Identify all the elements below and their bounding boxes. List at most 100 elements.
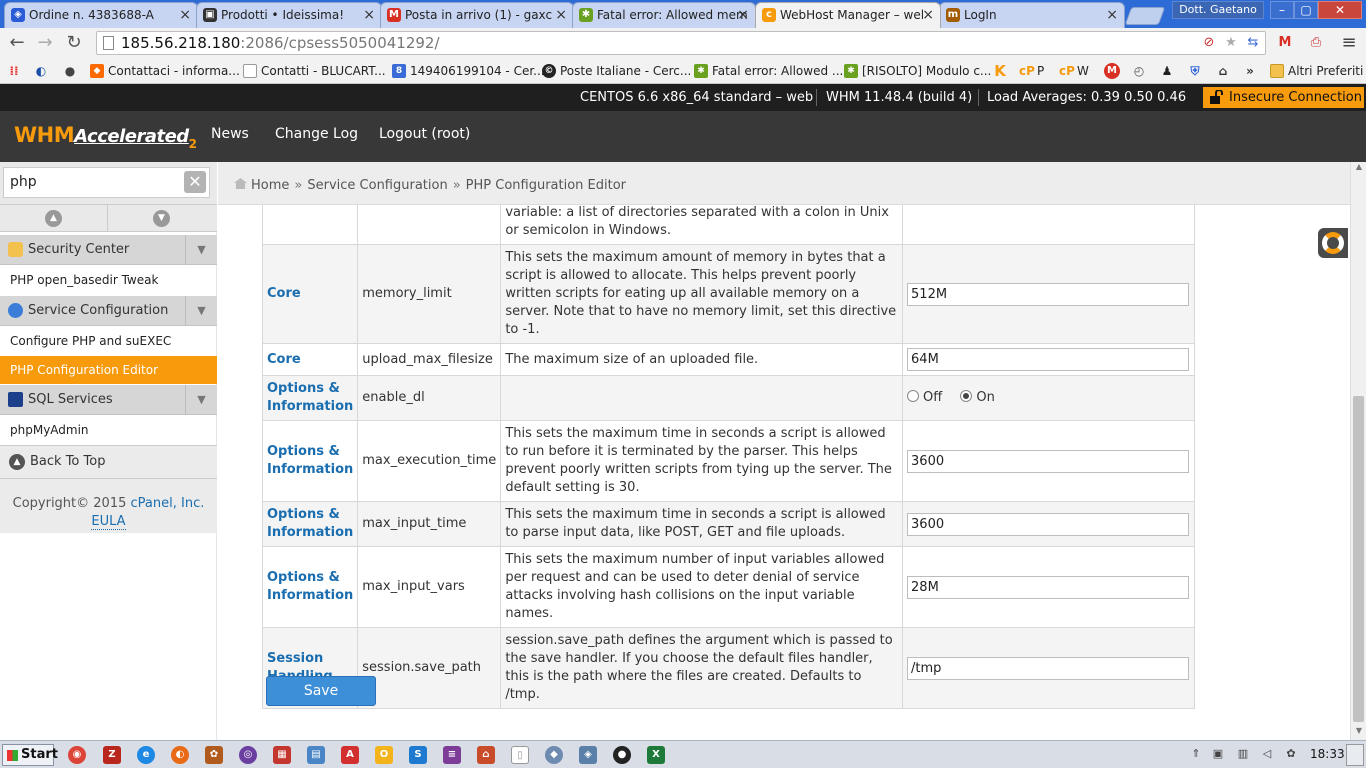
acrobat-icon[interactable]: A: [341, 746, 359, 764]
maximize-button[interactable]: ▢: [1294, 1, 1318, 19]
minimize-button[interactable]: –: [1270, 1, 1294, 19]
apple-icon[interactable]: ●: [62, 63, 78, 79]
outlook-icon[interactable]: O: [375, 746, 393, 764]
firefox-icon[interactable]: ◐: [171, 746, 189, 764]
browser-tab[interactable]: M Posta in arrivo (1) - gaxc ×: [380, 2, 574, 28]
tray-icon[interactable]: ▣: [1211, 747, 1225, 761]
k-icon[interactable]: K: [992, 63, 1008, 79]
chevron-down-icon[interactable]: ▼: [185, 296, 217, 326]
mega-icon[interactable]: M: [1104, 63, 1120, 79]
save-button[interactable]: Save: [266, 676, 376, 706]
enable-dl-off-radio[interactable]: [907, 390, 920, 402]
chevron-more-icon[interactable]: »: [1242, 63, 1258, 79]
app-icon[interactable]: ✿: [205, 746, 223, 764]
nav-news[interactable]: News: [211, 126, 249, 142]
shop-icon[interactable]: ⌂: [1215, 63, 1231, 79]
notepad-icon[interactable]: ▯: [511, 746, 529, 764]
close-icon[interactable]: ×: [179, 3, 191, 27]
close-icon[interactable]: ×: [555, 3, 567, 27]
app-icon[interactable]: ◆: [545, 746, 563, 764]
search-input[interactable]: php: [3, 167, 210, 198]
chrome-icon[interactable]: ◉: [68, 746, 86, 764]
bookmark-item[interactable]: ✱ Fatal error: Allowed ...: [694, 62, 843, 80]
browser-tab[interactable]: ▣ Prodotti • Ideissima! ×: [196, 2, 382, 28]
excel-icon[interactable]: X: [647, 746, 665, 764]
bookmark-item[interactable]: © Poste Italiane - Cerc...: [542, 62, 691, 80]
cpanel-link[interactable]: cPanel, Inc.: [131, 496, 205, 511]
reload-button[interactable]: ↻: [63, 32, 85, 54]
session-save-path-input[interactable]: /tmp: [907, 656, 1190, 680]
shield-icon[interactable]: ⛨: [1187, 63, 1203, 79]
chevron-down-icon[interactable]: ▼: [185, 235, 217, 265]
network-icon[interactable]: ▥: [1236, 747, 1250, 761]
sidebar-item-phpmyadmin[interactable]: phpMyAdmin: [0, 416, 217, 444]
filezilla-icon[interactable]: Z: [103, 746, 121, 764]
browser-tab[interactable]: ✱ Fatal error: Allowed mem ×: [572, 2, 756, 28]
browser-user-badge[interactable]: Dott. Gaetano: [1172, 1, 1264, 19]
insecure-connection-button[interactable]: Insecure Connection: [1203, 87, 1364, 108]
close-icon[interactable]: ×: [1106, 3, 1118, 27]
translate-icon[interactable]: ⇆: [1244, 34, 1262, 52]
internet-explorer-icon[interactable]: e: [137, 746, 155, 764]
support-lifebuoy-button[interactable]: [1318, 228, 1348, 258]
sidebar-item-php-configuration-editor[interactable]: PHP Configuration Editor: [0, 356, 217, 384]
back-button[interactable]: ←: [6, 32, 28, 54]
sidebar-item-configure-php[interactable]: Configure PHP and suEXEC: [0, 327, 217, 355]
show-desktop-button[interactable]: [1346, 744, 1364, 766]
nav-logout[interactable]: Logout (root): [379, 126, 470, 142]
bookmark-item[interactable]: Contatti - BLUCART...: [243, 62, 386, 80]
close-icon[interactable]: ×: [922, 3, 934, 27]
menu-icon[interactable]: ≡: [1340, 34, 1358, 52]
browser-tab-active[interactable]: c WebHost Manager – wel ×: [755, 2, 941, 28]
tray-expand-icon[interactable]: ⇑: [1189, 747, 1203, 761]
max-input-time-input[interactable]: 3600: [907, 512, 1190, 536]
browser-tab[interactable]: m LogIn ×: [939, 2, 1125, 28]
scrollbar-thumb[interactable]: [1353, 396, 1364, 722]
gmail-icon[interactable]: M: [1276, 34, 1294, 52]
enable-dl-on-radio[interactable]: [960, 390, 973, 402]
breadcrumb-home[interactable]: Home: [251, 178, 289, 193]
tray-icon[interactable]: ✿: [1284, 747, 1298, 761]
clock-icon[interactable]: ◴: [1131, 63, 1147, 79]
app-icon[interactable]: ⌂: [477, 746, 495, 764]
app-icon[interactable]: ◎: [239, 746, 257, 764]
address-bar[interactable]: 185.56.218.180:2086/cpsess5050041292/: [96, 31, 1266, 55]
page-scrollbar[interactable]: ▲ ▼: [1350, 162, 1366, 740]
other-bookmarks[interactable]: Altri Preferiti: [1270, 62, 1363, 80]
expand-all-button[interactable]: ▼: [108, 205, 216, 232]
app-icon[interactable]: ◈: [579, 746, 597, 764]
bookmark-item[interactable]: cP P: [1019, 62, 1044, 80]
forward-button[interactable]: →: [34, 32, 56, 54]
breadcrumb-section[interactable]: Service Configuration: [307, 178, 447, 193]
window-close-button[interactable]: ✕: [1318, 1, 1362, 19]
max-input-vars-input[interactable]: 28M: [907, 575, 1190, 599]
chevron-down-icon[interactable]: ▼: [185, 385, 217, 415]
skype-icon[interactable]: S: [409, 746, 427, 764]
collapse-all-button[interactable]: ▲: [0, 205, 108, 232]
memory-limit-input[interactable]: 512M: [907, 282, 1190, 306]
close-icon[interactable]: ×: [363, 3, 375, 27]
sidebar-group-service-configuration[interactable]: Service Configuration ▼: [0, 296, 217, 326]
max-execution-time-input[interactable]: 3600: [907, 449, 1190, 473]
sidebar-group-security-center[interactable]: Security Center ▼: [0, 235, 217, 265]
extension-icon[interactable]: ⎙: [1307, 34, 1325, 52]
bookmark-item[interactable]: 8 149406199104 - Cer...: [392, 62, 545, 80]
app-icon[interactable]: ●: [613, 746, 631, 764]
scroll-down-icon[interactable]: ▼: [1351, 726, 1366, 740]
app-icon[interactable]: ▤: [307, 746, 325, 764]
blocked-icon[interactable]: ⊘: [1200, 34, 1218, 52]
paw-icon[interactable]: ♟: [1159, 63, 1175, 79]
star-icon[interactable]: ★: [1222, 34, 1240, 52]
bookmark-item[interactable]: ✱ [RISOLTO] Modulo c...: [844, 62, 991, 80]
start-button[interactable]: Start: [2, 744, 58, 766]
whm-logo[interactable]: WHMAccelerated2: [14, 123, 197, 151]
winrar-icon[interactable]: ≡: [443, 746, 461, 764]
close-icon[interactable]: ×: [737, 3, 749, 27]
new-tab-button[interactable]: [1124, 7, 1166, 25]
apps-icon[interactable]: ⁞⁞: [6, 63, 22, 79]
back-to-top-button[interactable]: ▲ Back To Top: [0, 445, 217, 479]
sidebar-item-php-open-basedir[interactable]: PHP open_basedir Tweak: [0, 266, 217, 294]
app-icon[interactable]: ▦: [273, 746, 291, 764]
upload-max-filesize-input[interactable]: 64M: [907, 348, 1190, 371]
scroll-up-icon[interactable]: ▲: [1351, 162, 1366, 176]
